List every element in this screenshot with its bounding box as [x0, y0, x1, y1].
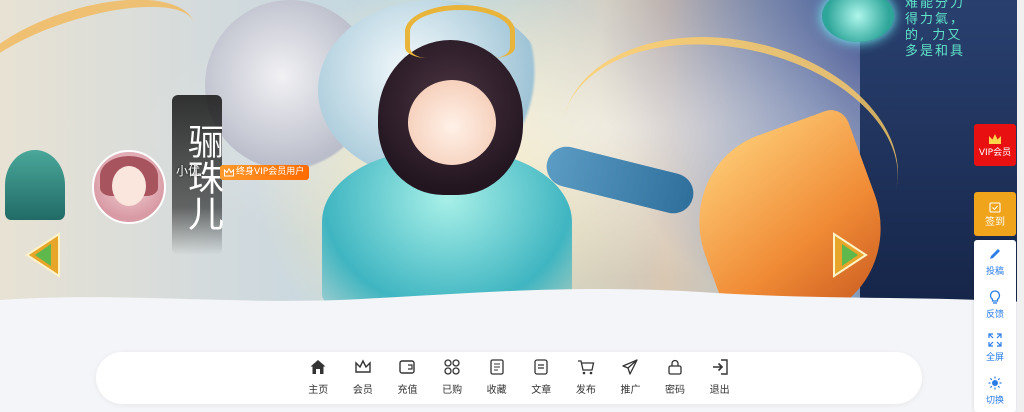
document-icon [534, 359, 548, 375]
nav-item-label: 主页 [308, 385, 329, 396]
nav-item-recharge[interactable]: 充值 [385, 358, 430, 396]
nav-item-label: 收藏 [486, 385, 507, 396]
nav-item-articles[interactable]: 文章 [519, 358, 564, 396]
tool-label: 切换 [985, 395, 1004, 406]
tool-label: 投稿 [985, 266, 1004, 277]
sign-in-button[interactable]: 签到 [974, 192, 1016, 236]
crown-icon [224, 168, 234, 177]
side-text-line: 难能分力 [905, 0, 966, 11]
user-nav-bar: 主页 会员 充值 已购 收藏 文章 发布 推广 密码 退出 [96, 352, 922, 404]
tool-feedback[interactable]: 反馈 [974, 283, 1016, 326]
nav-item-label: 密码 [665, 385, 686, 396]
sign-in-label: 签到 [985, 216, 1005, 228]
crown-icon [989, 133, 1001, 144]
vip-float-button[interactable]: VIP会员 [974, 124, 1016, 166]
banner-art-fan [5, 150, 65, 220]
home-icon [310, 360, 326, 374]
banner-art-character-face [408, 80, 496, 165]
nav-item-label: 已购 [442, 385, 463, 396]
banner-side-text: 难能分力 得力氣， 的, 力又 多是和具 [905, 0, 1024, 60]
nav-item-favorites[interactable]: 收藏 [474, 358, 519, 396]
nav-item-label: 退出 [709, 385, 730, 396]
vip-badge-label: 终身VIP会员用户 [236, 167, 305, 177]
send-icon [622, 359, 639, 375]
nav-item-label: 会员 [352, 385, 373, 396]
wallet-icon [399, 360, 416, 374]
scrollbar[interactable] [1017, 0, 1024, 412]
avatar[interactable] [92, 150, 166, 224]
nav-item-purchased[interactable]: 已购 [430, 358, 475, 396]
lock-icon [668, 359, 682, 375]
nav-item-vip[interactable]: 会员 [341, 358, 386, 396]
prev-arrow-icon[interactable] [23, 232, 63, 278]
side-text-line: 得力氣， [905, 12, 966, 27]
bookmark-icon [490, 359, 504, 375]
tool-fullscreen[interactable]: 全屏 [974, 326, 1016, 369]
tool-label: 反馈 [985, 309, 1004, 320]
side-tools-panel: 投稿 反馈 全屏 切换 [974, 240, 1016, 412]
logout-icon [712, 359, 728, 375]
nav-item-label: 充值 [397, 385, 418, 396]
nav-item-label: 发布 [575, 385, 596, 396]
username: 小优 [176, 164, 201, 178]
lightbulb-icon [989, 289, 1001, 304]
nav-item-home[interactable]: 主页 [296, 358, 341, 396]
fullscreen-icon [988, 332, 1002, 347]
vip-float-label: VIP会员 [978, 147, 1012, 158]
banner-wave [0, 289, 1024, 320]
vip-badge: 终身VIP会员用户 [220, 165, 310, 180]
tool-label: 全屏 [985, 352, 1004, 363]
tool-submit[interactable]: 投稿 [974, 240, 1016, 283]
cart-icon [577, 360, 595, 375]
calendar-icon [989, 201, 1001, 213]
crown-icon [355, 359, 371, 373]
nav-item-promote[interactable]: 推广 [608, 358, 653, 396]
sun-icon [988, 376, 1002, 389]
hero-banner: 难能分力 得力氣， 的, 力又 多是和具 骊珠儿 小优 终身VIP会员用户 [0, 0, 1024, 320]
banner-art-headdress [405, 5, 515, 58]
nav-item-label: 推广 [620, 385, 641, 396]
nav-item-label: 文章 [531, 385, 552, 396]
next-arrow-icon[interactable] [830, 232, 870, 278]
nav-item-publish[interactable]: 发布 [564, 358, 609, 396]
grid-icon [444, 359, 460, 375]
side-text-line: 多是和具 [905, 44, 966, 59]
nav-item-logout[interactable]: 退出 [697, 358, 742, 396]
pencil-icon [990, 248, 1000, 259]
side-text-line: 的, 力又 [905, 28, 963, 43]
tool-switch-theme[interactable]: 切换 [974, 369, 1016, 412]
nav-item-password[interactable]: 密码 [653, 358, 698, 396]
avatar-face [112, 166, 146, 206]
